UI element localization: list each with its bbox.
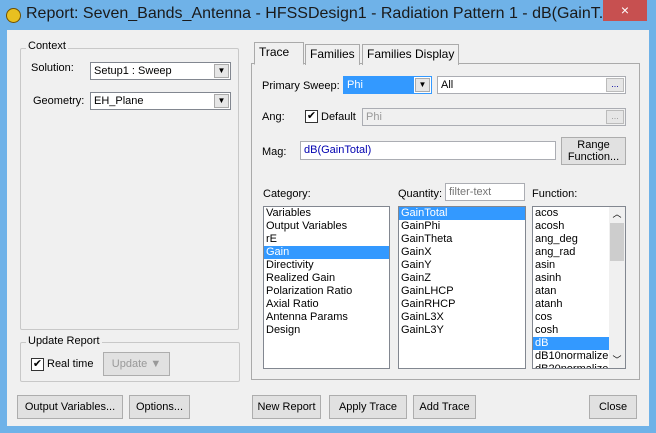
function-item[interactable]: acosh — [533, 220, 609, 233]
function-item[interactable]: atan — [533, 285, 609, 298]
quantity-item[interactable]: GainTheta — [399, 233, 525, 246]
sweep-values-browse-button[interactable]: ... — [606, 78, 624, 92]
function-scrollbar[interactable]: ︿ ﹀ — [609, 207, 625, 368]
chevron-down-icon: ▼ — [214, 94, 229, 108]
add-trace-button[interactable]: Add Trace — [413, 395, 476, 419]
category-item[interactable]: Design — [264, 324, 389, 337]
category-item[interactable]: Directivity — [264, 259, 389, 272]
geometry-select[interactable]: EH_Plane ▼ — [90, 92, 231, 110]
quantity-item[interactable]: GainL3X — [399, 311, 525, 324]
category-item[interactable]: Antenna Params — [264, 311, 389, 324]
category-item[interactable]: Axial Ratio — [264, 298, 389, 311]
quantity-item[interactable]: GainLHCP — [399, 285, 525, 298]
geometry-label: Geometry: — [33, 95, 85, 107]
close-button[interactable]: Close — [589, 395, 637, 419]
app-icon — [6, 8, 21, 23]
category-item[interactable]: Polarization Ratio — [264, 285, 389, 298]
category-item[interactable]: Realized Gain — [264, 272, 389, 285]
ang-browse-button[interactable]: ... — [606, 110, 624, 124]
default-label: Default — [321, 111, 356, 123]
sweep-values-field[interactable]: All... — [437, 76, 626, 94]
solution-label: Solution: — [31, 62, 74, 74]
function-item[interactable]: asinh — [533, 272, 609, 285]
function-item[interactable]: dB10normalize — [533, 350, 609, 363]
function-item[interactable]: cos — [533, 311, 609, 324]
context-label: Context — [26, 40, 68, 52]
chevron-down-icon: ▼ — [214, 64, 229, 78]
primary-sweep-label: Primary Sweep: — [262, 80, 340, 92]
category-label: Category: — [263, 188, 311, 200]
function-label: Function: — [532, 188, 578, 200]
function-item[interactable]: dB — [533, 337, 609, 350]
quantity-label: Quantity: — [398, 188, 443, 200]
scroll-down-icon[interactable]: ﹀ — [609, 353, 625, 366]
update-button[interactable]: Update ▼ — [103, 352, 170, 376]
function-item[interactable]: ang_deg — [533, 233, 609, 246]
category-item[interactable]: Gain — [264, 246, 389, 259]
mag-label: Mag: — [262, 146, 287, 158]
range-function-button[interactable]: Range Function... — [561, 137, 626, 165]
quantity-list[interactable]: GainTotal GainPhi GainTheta GainX GainY GainZ… — [398, 206, 526, 369]
quantity-item[interactable]: GainY — [399, 259, 525, 272]
new-report-button[interactable]: New Report — [252, 395, 321, 419]
realtime-label: Real time — [47, 358, 94, 370]
function-item[interactable]: cosh — [533, 324, 609, 337]
window-title: Report: Seven_Bands_Antenna - HFSSDesign… — [26, 5, 613, 22]
realtime-checkbox[interactable]: ✔ — [31, 358, 44, 371]
quantity-item[interactable]: GainZ — [399, 272, 525, 285]
function-item[interactable]: asin — [533, 259, 609, 272]
quantity-item[interactable]: GainL3Y — [399, 324, 525, 337]
tab-families[interactable]: Families — [305, 44, 360, 65]
tab-families-display[interactable]: Families Display — [362, 44, 460, 65]
scroll-thumb[interactable] — [610, 223, 624, 261]
ang-label: Ang: — [262, 111, 285, 123]
category-list[interactable]: Variables Output Variables rE Gain Directivi… — [263, 206, 390, 369]
quantity-item[interactable]: GainX — [399, 246, 525, 259]
quantity-item[interactable]: GainPhi — [399, 220, 525, 233]
update-report-label: Update Report — [26, 335, 102, 347]
category-item[interactable]: Variables — [264, 207, 389, 220]
output-variables-button[interactable]: Output Variables... — [17, 395, 123, 419]
default-checkbox[interactable]: ✔ — [305, 110, 318, 123]
category-item[interactable]: Output Variables — [264, 220, 389, 233]
solution-select[interactable]: Setup1 : Sweep ▼ — [90, 62, 231, 80]
primary-sweep-select[interactable]: Phi ▼ — [343, 76, 432, 94]
quantity-item[interactable]: GainTotal — [399, 207, 525, 220]
options-button[interactable]: Options... — [129, 395, 190, 419]
quantity-filter-input[interactable] — [445, 183, 525, 201]
title-bar: Report: Seven_Bands_Antenna - HFSSDesign… — [0, 0, 656, 30]
function-item[interactable]: ang_rad — [533, 246, 609, 259]
quantity-item[interactable]: GainRHCP — [399, 298, 525, 311]
function-item[interactable]: dB20normalize — [533, 363, 609, 368]
function-item[interactable]: acos — [533, 207, 609, 220]
function-item[interactable]: atanh — [533, 298, 609, 311]
chevron-down-icon: ▼ — [415, 78, 430, 92]
ang-field[interactable]: Phi... — [362, 108, 626, 126]
context-group — [20, 48, 239, 330]
category-item[interactable]: rE — [264, 233, 389, 246]
close-window-button[interactable]: × — [603, 0, 647, 21]
apply-trace-button[interactable]: Apply Trace — [329, 395, 407, 419]
tab-trace[interactable]: Trace — [254, 42, 304, 65]
scroll-up-icon[interactable]: ︿ — [609, 207, 625, 221]
mag-field[interactable]: dB(GainTotal) — [300, 141, 556, 160]
